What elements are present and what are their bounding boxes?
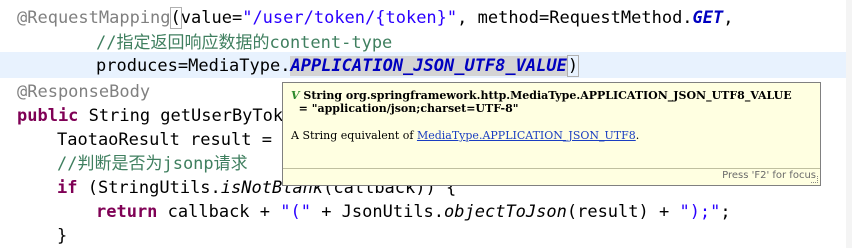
resize-grip[interactable]	[811, 176, 818, 183]
return-string-2: ");"	[679, 202, 721, 222]
comment-content-type: //指定返回响应数据的content-type	[96, 33, 393, 53]
tooltip-status-bar: Press 'F2' for focus	[283, 168, 820, 185]
field-icon: V	[291, 89, 300, 102]
return-d: ;	[720, 202, 731, 222]
code-line-5[interactable]: public String getUserByToke	[17, 104, 293, 128]
open-paren: (	[169, 7, 182, 29]
signature-line-2: = "application/json;charset=UTF-8"	[298, 102, 519, 115]
close-paren: )	[566, 55, 580, 77]
return-string-1: "("	[280, 202, 311, 222]
mediatype-link[interactable]: MediaType.APPLICATION_JSON_UTF8	[417, 129, 636, 142]
result-var: result =	[179, 130, 283, 150]
value-string: "/user/token/{token}"	[242, 8, 458, 28]
keyword-return: return	[96, 202, 158, 222]
signature-line-1: String org.springframework.http.MediaTyp…	[303, 89, 792, 102]
code-line-4[interactable]: @ResponseBody	[17, 80, 150, 104]
if-open: (StringUtils.	[77, 178, 221, 198]
type-taotao-result: TaotaoResult	[57, 130, 180, 150]
code-line-6[interactable]: TaotaoResult result = u	[57, 128, 292, 152]
annotation-request-mapping: @RequestMapping	[17, 8, 171, 28]
keyword-public: public	[17, 106, 79, 126]
method-separator: , method=RequestMethod.	[457, 8, 693, 28]
comment-jsonp: //判断是否为jsonp请求	[57, 154, 248, 174]
desc-suffix: .	[635, 129, 640, 142]
javadoc-hover-popup[interactable]: V String org.springframework.http.MediaT…	[282, 82, 821, 186]
object-to-json-method: objectToJson	[444, 202, 567, 222]
code-line-1[interactable]: @RequestMapping(value="/user/token/{toke…	[17, 6, 734, 30]
keyword-if: if	[57, 178, 78, 198]
code-line-2[interactable]: //指定返回响应数据的content-type	[96, 31, 392, 55]
tooltip-signature: V String org.springframework.http.MediaT…	[291, 89, 792, 115]
focus-hint: Press 'F2' for focus	[722, 170, 816, 181]
editor-scrollbar[interactable]	[846, 0, 852, 248]
code-line-9[interactable]: return callback + "(" + JsonUtils.object…	[96, 200, 731, 224]
annotation-response-body: @ResponseBody	[17, 82, 151, 102]
return-c: (result) +	[566, 202, 680, 222]
line1-tail: ,	[723, 8, 734, 28]
produces-key: produces=MediaType.	[96, 56, 291, 76]
produces-constant[interactable]: APPLICATION_JSON_UTF8_VALUE	[290, 56, 567, 76]
closing-brace: }	[57, 226, 68, 246]
desc-prefix: A String equivalent of	[291, 129, 417, 142]
method-constant: GET	[692, 8, 724, 28]
tooltip-description: A String equivalent of MediaType.APPLICA…	[291, 129, 639, 142]
code-line-10[interactable]: }	[57, 224, 67, 248]
return-a: callback +	[157, 202, 281, 222]
code-line-3[interactable]: produces=MediaType.APPLICATION_JSON_UTF8…	[96, 54, 580, 78]
return-b: + JsonUtils.	[310, 202, 445, 222]
method-signature: String getUserByToke	[78, 106, 294, 126]
value-key: value=	[180, 8, 243, 28]
code-line-7[interactable]: //判断是否为jsonp请求	[57, 152, 248, 176]
